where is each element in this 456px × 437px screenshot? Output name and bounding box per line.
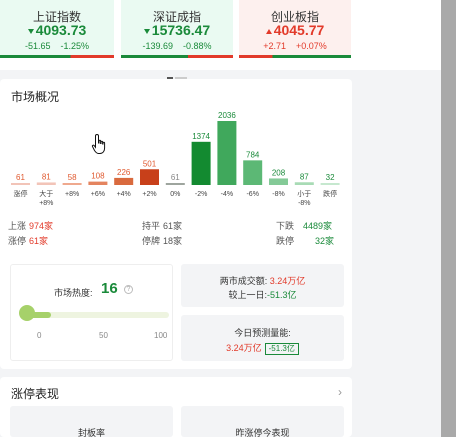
chart-category-label: -4% (221, 191, 233, 198)
index-card-shenzhen[interactable]: 深证成指 15736.47 -139.69 -0.88% (121, 0, 233, 58)
chart-category-label: -8% (272, 191, 284, 198)
chart-category-label: 0% (170, 191, 180, 198)
index-change: +2.71 +0.07% (263, 41, 327, 51)
heat-tick: 100 (154, 331, 168, 340)
chart-bar[interactable] (140, 169, 159, 185)
page: 上证指数 4093.73 -51.65 -1.25% 深证成指 15736.47 … (0, 0, 441, 437)
chart-value-label: 226 (117, 168, 131, 177)
prediction-label: 今日预测量能: (234, 328, 291, 338)
chart-bar[interactable] (320, 183, 340, 185)
chart-value-label: 501 (143, 159, 157, 168)
chart-value-label: 784 (246, 150, 260, 159)
index-ratio-bar (121, 55, 233, 58)
section-title: 涨停表现 (11, 387, 60, 401)
chevron-right-icon[interactable]: › (338, 385, 342, 399)
market-heat-card: 市场热度: 16 ? 0 50 100 (10, 264, 173, 361)
chart-bar[interactable] (36, 182, 56, 185)
chart-bar[interactable] (88, 181, 108, 185)
limit-performance-panel: 涨停表现 › 封板率 昨涨停今表现 (0, 377, 352, 437)
chart-category-label: 涨停 (14, 189, 28, 198)
section-title: 市场概况 (11, 90, 60, 104)
scrollbar[interactable] (441, 0, 456, 437)
heat-track (29, 312, 169, 318)
chart-bar[interactable] (114, 177, 134, 185)
stat-limit-up: 涨停 61家 (8, 236, 49, 246)
index-card-chinext[interactable]: 创业板指 4045.77 +2.71 +0.07% (239, 0, 351, 58)
chart-value-label: 81 (42, 172, 51, 181)
stat-halt: 停牌 18家 (142, 236, 183, 246)
chart-bar[interactable] (243, 160, 263, 185)
index-ratio-bar (0, 55, 114, 58)
heat-tick: 0 (37, 331, 42, 340)
chart-bar[interactable] (11, 183, 30, 185)
help-icon[interactable]: ? (124, 285, 133, 294)
arrow-down-icon (143, 28, 150, 34)
arrow-down-icon (27, 28, 34, 34)
heat-knob (19, 305, 35, 321)
chart-value-label: 108 (91, 172, 105, 181)
chart-value-label: 32 (326, 173, 335, 182)
index-ratio-bar (239, 55, 351, 58)
chart-category-label: +2% (142, 191, 156, 198)
rise-fall-distribution-chart: 61 涨停 81 大于 +8% 58 +8% 108 +6% 226 +4% 501 +2% 61 0% 13… (11, 111, 340, 207)
heat-value: 16 (101, 280, 118, 297)
heat-label: 市场热度: (54, 288, 93, 298)
turnover-compare-line: 较上一日:-51.3亿 (228, 290, 297, 300)
chart-category-label: -2% (195, 191, 207, 198)
chart-category-label: +4% (117, 191, 131, 198)
chart-category-label: +6% (91, 191, 105, 198)
heat-tick: 50 (99, 331, 108, 340)
stat-limit-down: 跌停 32家 (276, 236, 335, 246)
seal-rate-card[interactable]: 封板率 (10, 406, 173, 437)
hand-pointer-icon (91, 133, 106, 154)
chart-category-label: 小于 (297, 189, 311, 198)
chart-bar[interactable] (294, 182, 314, 185)
index-change: -51.65 -1.25% (24, 41, 90, 51)
index-card-shanghai[interactable]: 上证指数 4093.73 -51.65 -1.25% (0, 0, 114, 58)
turnover-card[interactable]: 两市成交额: 3.24万亿 较上一日:-51.3亿 (181, 264, 344, 307)
chart-bar[interactable] (62, 183, 82, 185)
index-value: 4093.73 (0, 22, 114, 38)
chart-category-label: 大于 (39, 189, 53, 198)
chart-value-label: 2036 (218, 111, 236, 120)
chart-bar[interactable] (217, 121, 237, 185)
chart-category-label: -6% (246, 191, 258, 198)
chart-value-label: 61 (171, 173, 180, 182)
chart-category-label: 跌停 (323, 189, 337, 198)
index-cards: 上证指数 4093.73 -51.65 -1.25% 深证成指 15736.47 … (0, 0, 441, 79)
chart-bar[interactable] (165, 183, 185, 185)
chart-category-label: +8% (65, 191, 79, 198)
chart-value-label: 87 (300, 172, 309, 181)
chart-value-label: 58 (68, 173, 77, 182)
chart-value-label: 61 (16, 173, 25, 182)
turnover-line: 两市成交额: 3.24万亿 (219, 276, 306, 286)
stat-up: 上涨 974家 (8, 221, 54, 231)
chart-value-label: 208 (272, 168, 286, 177)
chart-category-label: -8% (298, 200, 310, 207)
chart-bar[interactable] (191, 141, 211, 185)
prediction-delta-badge: -51.3亿 (264, 343, 299, 355)
chart-value-label: 1374 (192, 132, 210, 141)
chart-category-label: +8% (39, 200, 53, 207)
stat-down: 下跌 4489家 (276, 221, 333, 231)
yesterday-limit-card[interactable]: 昨涨停今表现 (181, 406, 344, 437)
prediction-card[interactable]: 今日预测量能: 3.24万亿 -51.3亿 (181, 315, 344, 361)
index-change: -139.69 -0.88% (142, 41, 212, 51)
chart-bar[interactable] (269, 178, 288, 185)
stat-flat: 持平 61家 (142, 221, 183, 231)
index-value: 4045.77 (239, 22, 351, 38)
arrow-up-icon (265, 28, 272, 34)
prediction-line: 3.24万亿 -51.3亿 (181, 341, 344, 355)
index-value: 15736.47 (121, 22, 233, 38)
